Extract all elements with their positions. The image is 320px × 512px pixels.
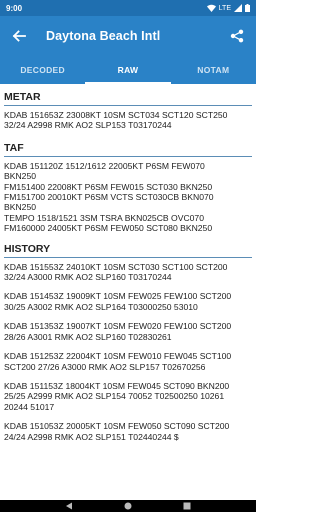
history-item: KDAB 151553Z 24010KT 10SM SCT030 SCT100 … <box>4 262 252 283</box>
nav-back-icon[interactable] <box>65 497 73 512</box>
taf-line: FM151700 20010KT P6SM VCTS SCT030CB BKN0… <box>4 192 214 203</box>
history-line: 25/25 A2999 RMK AO2 SLP154 70052 T025002… <box>4 391 225 402</box>
network-type: LTE <box>218 4 231 12</box>
metar-line: KDAB 151653Z 23008KT 10SM SCT034 SCT120 … <box>4 110 228 120</box>
history-line: 30/25 A3002 RMK AO2 SLP164 T03000250 530… <box>4 301 198 312</box>
page-title: Daytona Beach Intl <box>46 29 161 43</box>
nav-recents-icon[interactable] <box>183 497 191 512</box>
wifi-icon <box>206 4 216 12</box>
history-item: KDAB 151453Z 19009KT 10SM FEW025 FEW100 … <box>4 291 252 312</box>
battery-icon <box>245 4 250 12</box>
signal-icon <box>234 4 242 12</box>
taf-line: BKN250 <box>4 171 37 182</box>
history-line: SCT200 27/26 A3000 RMK AO2 SLP157 T02670… <box>4 361 206 372</box>
tab-bar: DECODED RAW NOTAM <box>0 56 256 84</box>
status-time: 9:00 <box>6 3 23 13</box>
history-line: KDAB 151053Z 20005KT 10SM FEW050 SCT090 … <box>4 421 230 432</box>
status-icons: LTE <box>206 4 250 12</box>
back-arrow-icon[interactable] <box>10 27 28 45</box>
taf-line: FM160000 24005KT P6SM FEW050 SCT080 BKN2… <box>4 223 213 234</box>
history-item: KDAB 151353Z 19007KT 10SM FEW020 FEW100 … <box>4 321 252 342</box>
nav-home-icon[interactable] <box>124 497 132 512</box>
history-header: HISTORY <box>4 236 252 258</box>
taf-line: KDAB 151120Z 1512/1612 22005KT P6SM FEW0… <box>4 160 205 171</box>
history-line: KDAB 151153Z 18004KT 10SM FEW045 SCT090 … <box>4 380 230 391</box>
taf-line: TEMPO 1518/1521 3SM TSRA BKN025CB OVC070 <box>4 212 204 223</box>
raw-report-content[interactable]: METAR KDAB 151653Z 23008KT 10SM SCT034 S… <box>0 84 256 500</box>
system-nav-bar <box>0 500 256 512</box>
history-line: 28/26 A3001 RMK AO2 SLP160 T02830261 <box>4 331 172 342</box>
history-line: KDAB 151453Z 19009KT 10SM FEW025 FEW100 … <box>4 291 232 302</box>
taf-report: KDAB 151120Z 1512/1612 22005KT P6SM FEW0… <box>4 161 252 234</box>
metar-line: 32/24 A2998 RMK AO2 SLP153 T03170244 <box>4 120 172 131</box>
taf-line: FM151400 22008KT P6SM FEW015 SCT030 BKN2… <box>4 181 213 192</box>
taf-line: BKN250 <box>4 202 37 213</box>
history-line: KDAB 151353Z 19007KT 10SM FEW020 FEW100 … <box>4 321 232 332</box>
history-item: KDAB 151153Z 18004KT 10SM FEW045 SCT090 … <box>4 381 252 412</box>
history-line: KDAB 151253Z 22004KT 10SM FEW010 FEW045 … <box>4 351 232 362</box>
status-bar: 9:00 LTE <box>0 0 256 16</box>
app-bar: Daytona Beach Intl <box>0 16 256 56</box>
tab-decoded[interactable]: DECODED <box>0 56 85 84</box>
taf-header: TAF <box>4 135 252 157</box>
history-line: KDAB 151553Z 24010KT 10SM SCT030 SCT100 … <box>4 261 228 272</box>
share-icon[interactable] <box>228 27 246 45</box>
history-item: KDAB 151253Z 22004KT 10SM FEW010 FEW045 … <box>4 351 252 372</box>
metar-header: METAR <box>4 84 252 106</box>
history-line: 20244 51017 <box>4 401 55 412</box>
metar-report: KDAB 151653Z 23008KT 10SM SCT034 SCT120 … <box>4 110 252 131</box>
history-line: 32/24 A3000 RMK AO2 SLP160 T03170244 <box>4 272 172 283</box>
history-line: 24/24 A2998 RMK AO2 SLP151 T02440244 $ <box>4 431 179 442</box>
tab-notam[interactable]: NOTAM <box>171 56 256 84</box>
history-item: KDAB 151053Z 20005KT 10SM FEW050 SCT090 … <box>4 421 252 442</box>
tab-raw[interactable]: RAW <box>85 56 171 84</box>
